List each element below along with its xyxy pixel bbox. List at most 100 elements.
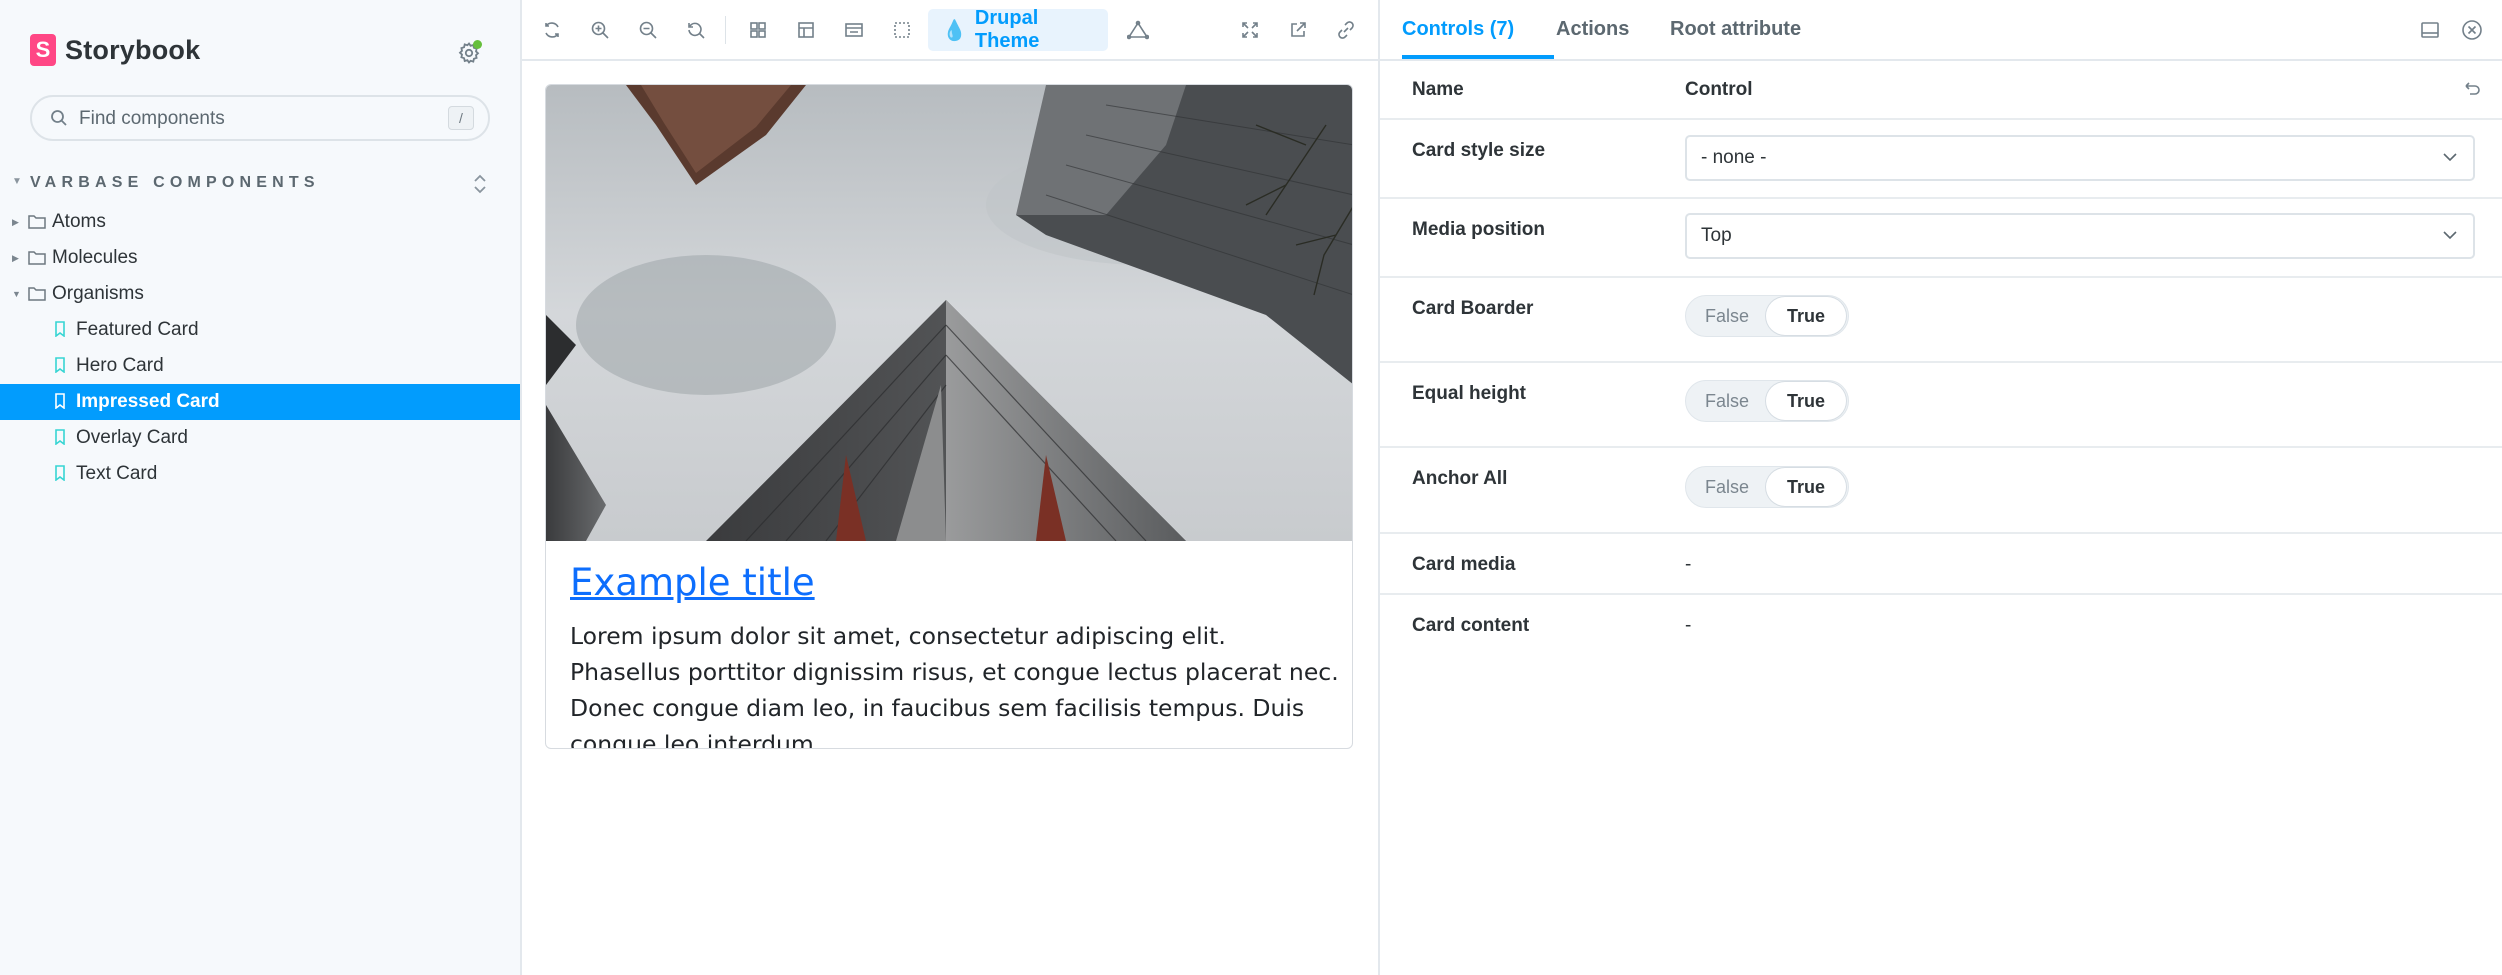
control-name: Equal height (1412, 383, 1526, 404)
control-row-card-boarder: Card Boarder False True (1380, 278, 2502, 363)
section-header[interactable]: ▼ VARBASE COMPONENTS (12, 172, 490, 198)
select-value: - none - (1701, 147, 1767, 168)
search-shortcut-key: / (448, 106, 474, 130)
toggle-option-true[interactable]: True (1766, 468, 1846, 506)
panel-tabs: Controls (7) Actions Root attribute (1380, 0, 2502, 61)
grid-icon (750, 22, 766, 38)
fullscreen-icon (1242, 22, 1258, 38)
card-style-size-select[interactable]: - none - (1685, 135, 2475, 181)
anchor-all-toggle[interactable]: False True (1685, 466, 1849, 508)
tab-root-attribute[interactable]: Root attribute (1670, 0, 1801, 59)
sidebar-item-label: Impressed Card (76, 391, 220, 412)
search-input[interactable] (77, 97, 451, 141)
caret-down-icon: ▼ (12, 289, 21, 299)
search-box[interactable]: / (30, 95, 490, 141)
grid-button[interactable] (743, 15, 773, 45)
column-header-name: Name (1412, 79, 1464, 100)
background-button[interactable] (791, 15, 821, 45)
toolbar-divider (725, 16, 726, 44)
panel-position-button[interactable] (2416, 16, 2444, 44)
tab-actions[interactable]: Actions (1556, 0, 1629, 59)
caret-right-icon: ▶ (12, 252, 19, 263)
card-media-image (546, 85, 1352, 541)
toggle-option-true[interactable]: True (1766, 297, 1846, 335)
chevron-down-icon (2443, 231, 2457, 240)
section-title: VARBASE COMPONENTS (30, 174, 320, 191)
brand[interactable]: S Storybook (30, 34, 200, 66)
caret-right-icon: ▶ (12, 216, 19, 227)
outline-icon (894, 22, 910, 38)
control-value: - (1685, 615, 1692, 636)
control-value: - (1685, 554, 1692, 575)
control-name: Anchor All (1412, 468, 1508, 489)
sidebar-item-molecules[interactable]: ▶ Molecules (0, 240, 520, 276)
control-row-card-media: Card media - (1380, 534, 2502, 595)
copy-link-button[interactable] (1331, 15, 1361, 45)
impressed-card[interactable]: Example title Lorem ipsum dolor sit amet… (545, 84, 1353, 749)
column-header-control: Control (1685, 79, 1753, 100)
close-panel-button[interactable] (2458, 16, 2486, 44)
sidebar-story-impressed-card[interactable]: Impressed Card (0, 384, 520, 420)
close-panel-icon (2462, 20, 2482, 40)
sidebar: S Storybook / ▼ VARBASE COMPONENTS ▶ Ato… (0, 0, 522, 975)
control-row-card-content: Card content - (1380, 595, 2502, 655)
story-preview: Example title Lorem ipsum dolor sit amet… (522, 61, 1378, 975)
bookmark-icon (55, 393, 65, 409)
sidebar-story-featured-card[interactable]: Featured Card (0, 312, 520, 348)
sidebar-story-text-card[interactable]: Text Card (0, 456, 520, 492)
sidebar-item-label: Organisms (52, 283, 144, 304)
sidebar-item-organisms[interactable]: ▼ Organisms (0, 276, 520, 312)
settings-button[interactable] (452, 36, 486, 70)
tab-controls[interactable]: Controls (7) (1402, 0, 1554, 59)
control-name: Media position (1412, 219, 1545, 240)
zoom-reset-icon (688, 22, 705, 39)
control-name: Card style size (1412, 140, 1546, 161)
measure-icon (1127, 20, 1149, 40)
media-position-select[interactable]: Top (1685, 213, 2475, 259)
toggle-option-false[interactable]: False (1686, 381, 1768, 421)
folder-icon (28, 215, 46, 229)
reload-button[interactable] (537, 15, 567, 45)
control-row-equal-height: Equal height False True (1380, 363, 2502, 448)
theme-label: Drupal Theme (974, 7, 1040, 52)
sidebar-story-overlay-card[interactable]: Overlay Card (0, 420, 520, 456)
theme-switcher-button[interactable]: 💧 Drupal Theme (928, 7, 1108, 52)
storybook-logo-icon: S (30, 34, 56, 66)
panel-position-icon (2421, 22, 2439, 38)
equal-height-toggle[interactable]: False True (1685, 380, 1849, 422)
outline-button[interactable] (887, 15, 917, 45)
sidebar-item-atoms[interactable]: ▶ Atoms (0, 204, 520, 240)
toggle-option-false[interactable]: False (1686, 296, 1768, 336)
chevron-down-icon (2443, 153, 2457, 162)
sidebar-item-label: Text Card (76, 463, 158, 484)
control-row-card-style-size: Card style size - none - (1380, 120, 2502, 199)
control-name: Card Boarder (1412, 298, 1534, 319)
zoom-out-button[interactable] (633, 15, 663, 45)
open-new-tab-button[interactable] (1283, 15, 1313, 45)
folder-icon (28, 287, 46, 301)
toggle-option-true[interactable]: True (1766, 382, 1846, 420)
zoom-in-button[interactable] (585, 15, 615, 45)
card-title-link[interactable]: Example title (570, 561, 815, 604)
sidebar-story-hero-card[interactable]: Hero Card (0, 348, 520, 384)
bookmark-icon (55, 429, 65, 445)
fullscreen-button[interactable] (1235, 15, 1265, 45)
control-name: Card media (1412, 554, 1516, 575)
copy-link-icon (1338, 21, 1354, 39)
app-name: Storybook (65, 34, 201, 65)
select-value: Top (1701, 225, 1732, 246)
bookmark-icon (55, 357, 65, 373)
reload-icon (545, 22, 559, 38)
bookmark-icon (55, 321, 65, 337)
measure-button[interactable] (1123, 15, 1153, 45)
preview-toolbar: 💧 Drupal Theme (522, 0, 1378, 61)
zoom-reset-button[interactable] (681, 15, 711, 45)
reset-controls-icon[interactable] (2462, 79, 2482, 99)
toggle-option-false[interactable]: False (1686, 467, 1768, 507)
zoom-out-icon (639, 21, 657, 39)
viewport-button[interactable] (839, 15, 869, 45)
viewport-icon (845, 23, 863, 37)
expand-collapse-all-icon[interactable] (470, 172, 490, 196)
folder-icon (28, 251, 46, 265)
card-boarder-toggle[interactable]: False True (1685, 295, 1849, 337)
